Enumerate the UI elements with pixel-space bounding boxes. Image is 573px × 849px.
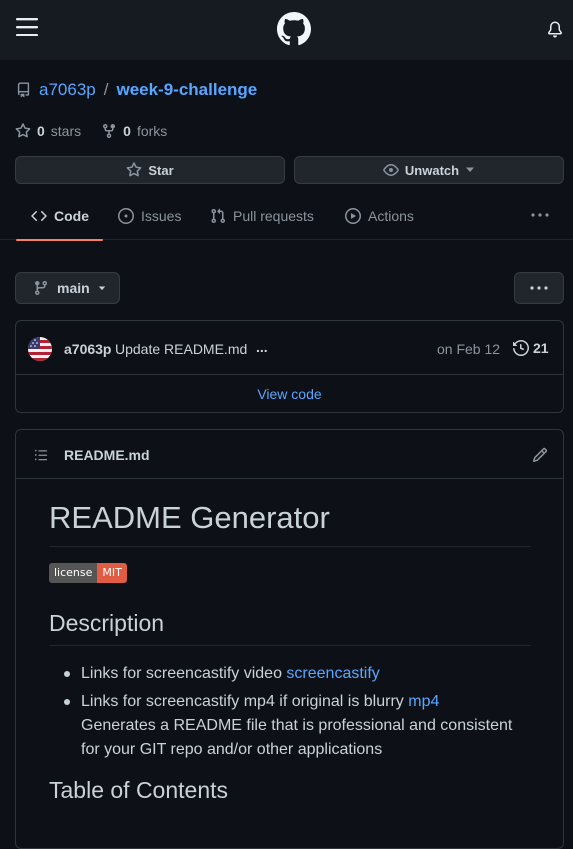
readme-title: README Generator bbox=[49, 500, 531, 547]
repo-stats: 0 stars 0 forks bbox=[15, 122, 187, 140]
readme-filename[interactable]: README.md bbox=[64, 447, 150, 463]
repo-header: a7063p / week-9-challenge bbox=[16, 80, 257, 100]
list-item: Links for screencastify video screencast… bbox=[64, 662, 531, 686]
tab-pull-requests-label: Pull requests bbox=[233, 207, 314, 224]
readme-content: README Generator license MIT Description… bbox=[49, 500, 531, 812]
tab-actions-label: Actions bbox=[368, 207, 414, 224]
commit-count: 21 bbox=[533, 340, 549, 356]
commit-history-link[interactable]: 21 bbox=[513, 340, 549, 356]
unwatch-button[interactable]: Unwatch bbox=[294, 156, 564, 184]
star-outline-icon bbox=[15, 123, 31, 139]
list-item-text: Links for screencastify video bbox=[81, 665, 287, 682]
forks-label: forks bbox=[136, 123, 168, 139]
list-unordered-icon[interactable] bbox=[33, 448, 49, 462]
repo-icon bbox=[16, 82, 31, 98]
unwatch-button-label: Unwatch bbox=[404, 162, 460, 178]
play-icon bbox=[345, 207, 361, 224]
license-badge-label: license bbox=[49, 563, 98, 583]
license-badge[interactable]: license MIT bbox=[49, 563, 127, 583]
star-button-label: Star bbox=[148, 162, 174, 178]
issue-icon bbox=[118, 207, 134, 224]
notification-bell-icon[interactable] bbox=[547, 21, 563, 38]
repo-owner-link[interactable]: a7063p bbox=[39, 80, 96, 100]
readme-box: README.md README Generator license MIT D… bbox=[15, 429, 564, 849]
list-item-extra-text: Generates a README file that is professi… bbox=[81, 717, 513, 758]
branch-icon bbox=[33, 280, 49, 296]
tab-code-label: Code bbox=[54, 207, 89, 224]
description-heading: Description bbox=[49, 609, 531, 646]
branch-caret-down-icon bbox=[98, 286, 106, 291]
commit-author[interactable]: a7063p bbox=[64, 341, 111, 357]
tab-issues-label: Issues bbox=[141, 207, 182, 224]
description-list: Links for screencastify video screencast… bbox=[49, 662, 531, 762]
commit-message[interactable]: Update README.md bbox=[115, 341, 247, 357]
view-code-link[interactable]: View code bbox=[16, 375, 563, 412]
tab-pull-requests[interactable]: Pull requests bbox=[210, 191, 314, 240]
license-badge-value: MIT bbox=[97, 563, 127, 583]
commit-expand-button[interactable]: ... bbox=[256, 339, 268, 355]
screencastify-link[interactable]: screencastify bbox=[286, 665, 379, 682]
forks-stat[interactable]: 0 forks bbox=[101, 123, 167, 139]
tab-code[interactable]: Code bbox=[16, 191, 103, 241]
list-item: Links for screencastify mp4 if original … bbox=[64, 690, 531, 762]
stars-label: stars bbox=[50, 123, 82, 139]
code-icon bbox=[31, 208, 47, 224]
repo-name-link[interactable]: week-9-challenge bbox=[116, 80, 257, 100]
fork-icon bbox=[101, 123, 117, 139]
mp4-link[interactable]: mp4 bbox=[408, 693, 439, 710]
eye-icon bbox=[383, 162, 399, 178]
hamburger-menu-icon[interactable] bbox=[16, 18, 38, 36]
latest-commit-box: a7063p Update README.md ... on Feb 12 21… bbox=[15, 320, 564, 413]
pull-request-icon bbox=[210, 208, 226, 224]
stars-stat[interactable]: 0 stars bbox=[15, 123, 81, 139]
more-options-button[interactable] bbox=[514, 272, 564, 304]
branch-name: main bbox=[57, 280, 90, 296]
tabs-more-icon[interactable] bbox=[531, 213, 549, 217]
commit-date: on Feb 12 bbox=[437, 341, 501, 357]
star-button[interactable]: Star bbox=[15, 156, 285, 184]
branch-selector[interactable]: main bbox=[15, 272, 120, 304]
repo-tabs: Code Issues Pull requests Actions bbox=[0, 191, 573, 241]
repo-separator: / bbox=[103, 80, 109, 99]
caret-down-icon bbox=[465, 167, 475, 173]
star-button-icon bbox=[126, 162, 142, 178]
avatar[interactable] bbox=[28, 337, 52, 361]
github-logo-icon[interactable] bbox=[277, 12, 311, 46]
forks-count: 0 bbox=[123, 123, 131, 139]
readme-header: README.md bbox=[16, 430, 563, 479]
kebab-horizontal-icon bbox=[530, 286, 548, 290]
top-navbar bbox=[0, 0, 573, 60]
commit-row: a7063p Update README.md ... on Feb 12 21 bbox=[16, 321, 563, 375]
tab-actions[interactable]: Actions bbox=[345, 191, 414, 240]
list-item-text: Links for screencastify mp4 if original … bbox=[81, 693, 409, 710]
toc-heading: Table of Contents bbox=[49, 777, 229, 803]
pencil-icon[interactable] bbox=[532, 447, 548, 463]
history-icon bbox=[513, 340, 529, 356]
stars-count: 0 bbox=[37, 123, 45, 139]
tab-issues[interactable]: Issues bbox=[118, 191, 181, 240]
